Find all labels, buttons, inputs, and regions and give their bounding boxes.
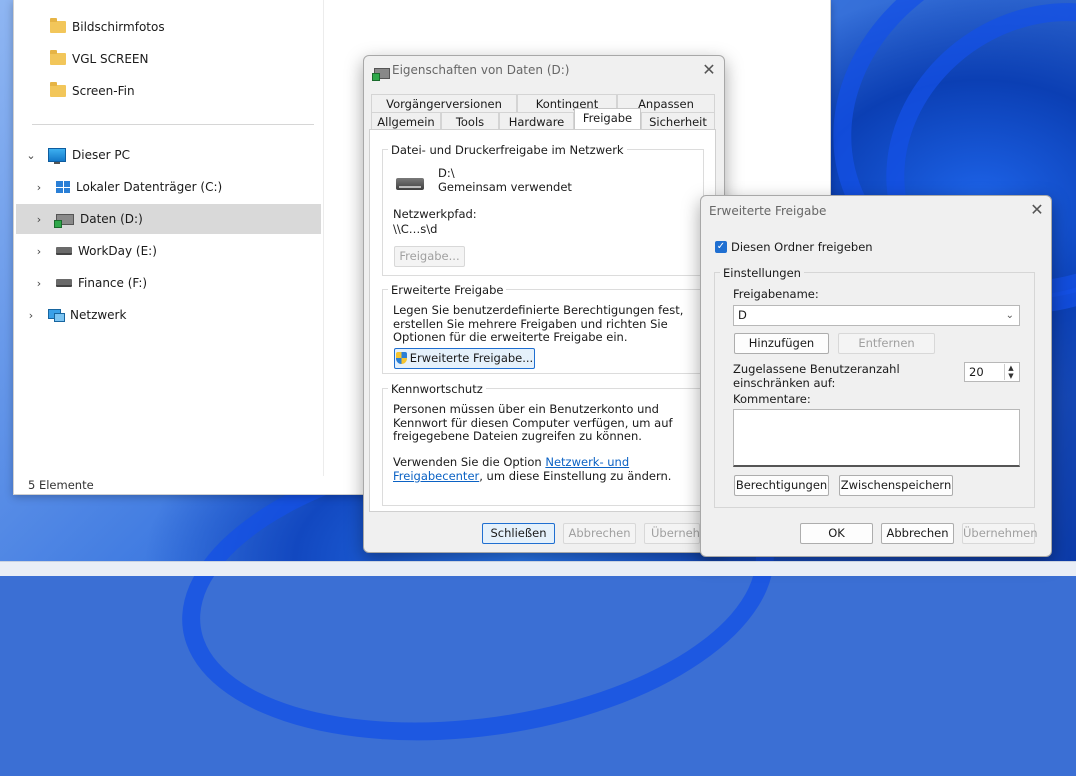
apply-button[interactable]: Übernehmen [644, 523, 700, 544]
option-prefix: Verwenden Sie die Option [393, 455, 546, 469]
tab-vorgaengerversionen[interactable]: Vorgängerversionen [371, 94, 517, 112]
chevron-right-icon[interactable]: › [32, 181, 46, 194]
navigation-pane: Bildschirmfotos VGL SCREEN Screen-Fin ⌄ … [14, 0, 324, 476]
share-name-label: Freigabename: [733, 287, 819, 301]
share-folder-checkbox[interactable]: ✓ [715, 241, 727, 253]
nav-item-label: Daten (D:) [80, 212, 143, 226]
network-drive-icon [372, 68, 390, 81]
nav-item-drive-c[interactable]: › Lokaler Datenträger (C:) [16, 172, 321, 202]
advanced-apply-button[interactable]: Übernehmen [962, 523, 1038, 544]
nav-item-label: Bildschirmfotos [72, 20, 165, 34]
user-limit-value: 20 [969, 365, 984, 379]
network-path-label: Netzwerkpfad: [393, 207, 477, 221]
tab-tools[interactable]: Tools [441, 112, 499, 130]
nav-item-label: Dieser PC [72, 148, 130, 162]
nav-item-label: Finance (F:) [78, 276, 148, 290]
network-path-value: \\C…s\d [393, 222, 438, 236]
advanced-share-button[interactable]: Erweiterte Freigabe... [394, 348, 535, 369]
advanced-share-description: Legen Sie benutzerdefinierte Berechtigun… [393, 303, 684, 344]
tab-sicherheit[interactable]: Sicherheit [641, 112, 715, 130]
advanced-share-button-label: Erweiterte Freigabe... [409, 351, 534, 365]
comments-textarea[interactable] [733, 409, 1020, 467]
ok-button[interactable]: OK [800, 523, 873, 544]
group-legend: Erweiterte Freigabe [388, 283, 507, 297]
drive-icon [396, 178, 424, 190]
nav-item-drive-e[interactable]: › WorkDay (E:) [16, 236, 321, 266]
folder-icon [50, 82, 66, 97]
folder-icon [50, 50, 66, 65]
nav-item-drive-f[interactable]: › Finance (F:) [16, 268, 321, 298]
drive-icon [56, 279, 72, 287]
caching-button[interactable]: Zwischenspeichern [839, 475, 953, 496]
share-name-combobox[interactable]: D ⌄ [733, 305, 1020, 326]
password-option-text: Verwenden Sie die Option Netzwerk- und F… [393, 455, 693, 483]
nav-item-vgl-screen[interactable]: VGL SCREEN [16, 44, 321, 74]
option-suffix: , um diese Einstellung zu ändern. [479, 468, 672, 483]
share-button[interactable]: Freigabe... [394, 246, 465, 267]
share-name-value: D [738, 308, 747, 322]
dialog-title: Erweiterte Freigabe [709, 204, 827, 218]
close-button[interactable]: Schließen [482, 523, 555, 544]
network-drive-icon [54, 213, 74, 228]
taskbar [0, 561, 1076, 576]
chevron-right-icon[interactable]: › [24, 309, 38, 322]
group-legend: Kennwortschutz [388, 382, 486, 396]
status-bar-item-count: 5 Elemente [28, 478, 94, 492]
password-description: Personen müssen über ein Benutzerkonto u… [393, 402, 673, 443]
group-legend: Datei- und Druckerfreigabe im Netzwerk [388, 143, 627, 157]
close-icon[interactable]: ✕ [699, 60, 719, 79]
nav-item-netzwerk[interactable]: › Netzwerk [16, 300, 321, 330]
comments-label: Kommentare: [733, 392, 811, 406]
nav-item-label: WorkDay (E:) [78, 244, 157, 258]
group-legend: Einstellungen [720, 266, 804, 280]
shield-icon [395, 352, 407, 364]
dialog-title: Eigenschaften von Daten (D:) [392, 63, 570, 77]
nav-item-label: Netzwerk [70, 308, 127, 322]
spinner-arrows-icon[interactable]: ▲ ▼ [1004, 364, 1017, 380]
nav-item-label: VGL SCREEN [72, 52, 149, 66]
share-drive-label: D:\ [438, 166, 455, 180]
nav-item-label: Lokaler Datenträger (C:) [76, 180, 223, 194]
advanced-cancel-button[interactable]: Abbrechen [881, 523, 954, 544]
share-state-label: Gemeinsam verwendet [438, 180, 572, 194]
chevron-down-icon[interactable]: ⌄ [1006, 306, 1014, 325]
tab-freigabe[interactable]: Freigabe [574, 108, 641, 129]
user-limit-label: Zugelassene Benutzeranzahl einschränken … [733, 362, 900, 390]
user-limit-spinner[interactable]: 20 ▲ ▼ [964, 362, 1020, 382]
folder-icon [50, 18, 66, 33]
pane-separator[interactable] [323, 0, 324, 476]
drive-icon [56, 247, 72, 255]
nav-item-drive-d[interactable]: › Daten (D:) [16, 204, 321, 234]
tab-hardware[interactable]: Hardware [499, 112, 574, 130]
permissions-button[interactable]: Berechtigungen [734, 475, 829, 496]
tab-allgemein[interactable]: Allgemein [371, 112, 441, 130]
remove-share-button[interactable]: Entfernen [838, 333, 935, 354]
network-icon [48, 308, 65, 322]
share-folder-label: Diesen Ordner freigeben [731, 240, 873, 254]
nav-item-screen-fin[interactable]: Screen-Fin [16, 76, 321, 106]
chevron-down-icon[interactable]: ⌄ [24, 149, 38, 162]
add-share-button[interactable]: Hinzufügen [734, 333, 829, 354]
nav-item-dieser-pc[interactable]: ⌄ Dieser PC [16, 140, 321, 170]
chevron-right-icon[interactable]: › [32, 277, 46, 290]
computer-icon [48, 148, 66, 164]
cancel-button[interactable]: Abbrechen [563, 523, 636, 544]
nav-item-bildschirmfotos[interactable]: Bildschirmfotos [16, 12, 321, 42]
nav-divider [32, 124, 314, 125]
windows-drive-icon [56, 181, 70, 193]
chevron-right-icon[interactable]: › [32, 245, 46, 258]
chevron-right-icon[interactable]: › [32, 213, 46, 226]
nav-item-label: Screen-Fin [72, 84, 135, 98]
close-icon[interactable]: ✕ [1027, 200, 1047, 219]
